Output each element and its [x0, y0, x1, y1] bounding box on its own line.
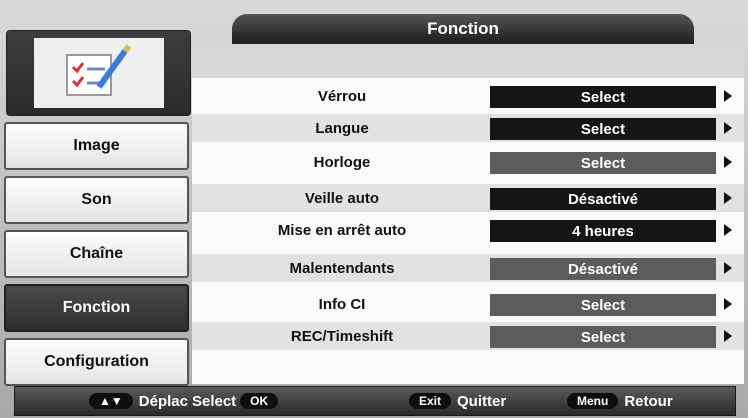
arrow-right-icon[interactable]	[724, 298, 732, 310]
setting-label: Veille auto	[304, 189, 380, 207]
sidebar: Image Son Chaîne Fonction Configuration	[4, 28, 191, 388]
help-navigate-label: Déplac	[138, 392, 188, 410]
setting-label: Mise en arrêt auto	[277, 221, 407, 239]
menu-key-icon: Menu	[567, 393, 619, 409]
up-down-key-icon: ▲▼	[89, 393, 133, 409]
panel-header-strip	[192, 48, 744, 78]
setting-row-veille-auto[interactable]: Veille auto Désactivé	[192, 184, 744, 212]
sidebar-item-label: Configuration	[44, 353, 149, 370]
setting-value-button[interactable]: Désactivé	[490, 258, 716, 280]
setting-row-langue[interactable]: Langue Select	[192, 114, 744, 142]
help-exit-label: Quitter	[457, 392, 507, 410]
help-bar: ▲▼ Déplac Select OK Exit Quitter Menu Re…	[14, 386, 736, 416]
setting-label: REC/Timeshift	[290, 327, 394, 345]
sidebar-item-label: Son	[81, 191, 112, 208]
setting-label: Malentendants	[289, 259, 395, 277]
setting-value-button[interactable]: 4 heures	[490, 220, 716, 242]
setting-value-button[interactable]: Select	[490, 326, 716, 348]
sidebar-item-son[interactable]: Son	[4, 176, 189, 224]
setting-label: Langue	[315, 119, 369, 137]
help-exit: Exit Quitter	[409, 387, 506, 415]
arrow-right-icon[interactable]	[724, 224, 732, 236]
sidebar-item-fonction[interactable]: Fonction	[4, 284, 189, 332]
arrow-right-icon[interactable]	[724, 156, 732, 168]
arrow-right-icon[interactable]	[724, 90, 732, 102]
setting-label: Vérrou	[317, 87, 367, 105]
sidebar-item-label: Image	[73, 137, 120, 154]
arrow-right-icon[interactable]	[724, 330, 732, 342]
category-icon-box	[6, 30, 191, 116]
sidebar-item-configuration[interactable]: Configuration	[4, 338, 189, 386]
page-title: Fonction	[427, 19, 499, 38]
setting-row-verrou[interactable]: Vérrou Select	[192, 82, 744, 110]
help-menu: Menu Retour	[567, 387, 673, 415]
setting-value-button[interactable]: Désactivé	[490, 188, 716, 210]
setting-value-button[interactable]: Select	[490, 294, 716, 316]
sidebar-item-label: Fonction	[62, 299, 131, 316]
setting-row-horloge[interactable]: Horloge Select	[192, 148, 744, 176]
setting-row-malentendants[interactable]: Malentendants Désactivé	[192, 254, 744, 282]
setting-value-button[interactable]: Select	[490, 152, 716, 174]
settings-panel: Vérrou Select Langue Select Horloge Sele…	[192, 48, 744, 384]
setting-row-rec-timeshift[interactable]: REC/Timeshift Select	[192, 322, 744, 350]
checklist-icon	[33, 38, 164, 108]
arrow-right-icon[interactable]	[724, 262, 732, 274]
setting-value-button[interactable]: Select	[490, 118, 716, 140]
setting-label: Horloge	[313, 153, 371, 171]
setting-value-button[interactable]: Select	[490, 86, 716, 108]
help-menu-label: Retour	[624, 392, 673, 410]
sidebar-item-image[interactable]: Image	[4, 122, 189, 170]
setting-label: Info CI	[318, 295, 366, 313]
sidebar-item-label: Chaîne	[69, 245, 124, 262]
help-navigate: ▲▼ Déplac Select OK	[89, 387, 284, 415]
exit-key-icon: Exit	[409, 393, 452, 409]
sidebar-item-chaine[interactable]: Chaîne	[4, 230, 189, 278]
setting-row-info-ci[interactable]: Info CI Select	[192, 290, 744, 318]
help-select-label: Select	[191, 392, 237, 410]
arrow-right-icon[interactable]	[724, 192, 732, 204]
ok-key-icon: OK	[240, 393, 279, 409]
menu-title-bar: Fonction	[232, 14, 694, 44]
setting-row-mise-en-arret-auto[interactable]: Mise en arrêt auto 4 heures	[192, 216, 744, 244]
arrow-right-icon[interactable]	[724, 122, 732, 134]
